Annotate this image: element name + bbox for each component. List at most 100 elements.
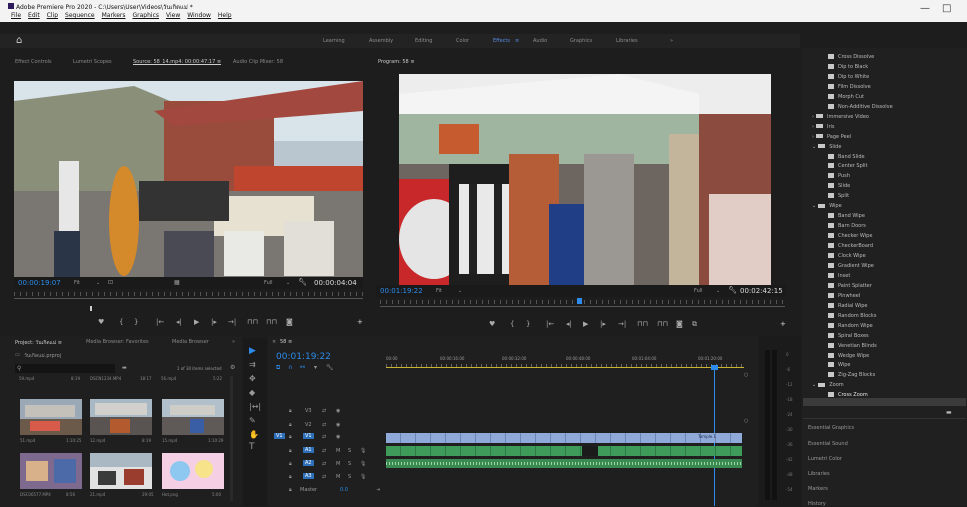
- source-drag-video-icon[interactable]: ▦: [174, 279, 180, 286]
- track-name[interactable]: A2: [303, 460, 314, 466]
- source-quality-chevron-icon[interactable]: ⌄: [286, 280, 290, 286]
- zoom-scroll-handle-icon[interactable]: ○: [744, 372, 748, 378]
- panel-markers[interactable]: Markers: [808, 486, 828, 492]
- media-thumbnail[interactable]: [162, 453, 224, 489]
- workspace-effects[interactable]: Effects: [493, 38, 510, 44]
- menu-window[interactable]: Window: [187, 12, 211, 19]
- track-lock-icon[interactable]: 🔒︎: [289, 461, 292, 467]
- effect-dip-to-white[interactable]: Dip to White: [828, 73, 869, 83]
- ripple-edit-tool-icon[interactable]: ✥: [249, 374, 256, 383]
- source-wrench-icon[interactable]: 🔧︎: [298, 278, 307, 286]
- track-lock-icon[interactable]: 🔒︎: [289, 434, 292, 440]
- snap-icon[interactable]: ∩: [288, 364, 292, 371]
- track-name[interactable]: A3: [303, 473, 314, 479]
- type-tool-icon[interactable]: T: [249, 442, 255, 452]
- workspace-libraries[interactable]: Libraries: [616, 38, 638, 44]
- v1-clip-strip[interactable]: Temple.1: [386, 433, 742, 443]
- solo-button[interactable]: S: [348, 461, 351, 467]
- source-add-button-icon[interactable]: +: [357, 318, 363, 326]
- source-step-forward-icon[interactable]: |▸: [211, 318, 217, 326]
- menu-file[interactable]: File: [11, 12, 21, 19]
- track-sync-icon[interactable]: ⇄: [322, 461, 326, 467]
- tab-source-monitor[interactable]: Source: 58_14.mp4: 00:00:47:17 ≡: [133, 59, 221, 65]
- track-lock-icon[interactable]: 🔒︎: [289, 448, 292, 454]
- effect-split[interactable]: Split: [828, 193, 849, 202]
- effect-checkerboard[interactable]: CheckerBoard: [828, 243, 873, 252]
- master-volume-value[interactable]: 0.0: [340, 487, 348, 493]
- source-mark-in-icon[interactable]: {: [119, 318, 123, 326]
- folder-immersive-video[interactable]: › Immersive Video: [812, 114, 869, 123]
- effect-checker-wipe[interactable]: Checker Wipe: [828, 233, 872, 242]
- mute-button[interactable]: M: [336, 461, 340, 467]
- zoom-scroll-handle-icon[interactable]: ○: [744, 418, 748, 424]
- more-workspaces-button[interactable]: »: [670, 38, 673, 44]
- source-quality-dropdown[interactable]: Full: [264, 280, 273, 286]
- effect-wipe[interactable]: Wipe: [828, 362, 850, 371]
- effect-zig-zag-blocks[interactable]: Zig-Zag Blocks: [828, 372, 875, 381]
- tab-media-browser-favorites[interactable]: Media Browser: Favorites: [86, 339, 149, 345]
- media-thumbnail[interactable]: [162, 399, 224, 435]
- nest-toggle-icon[interactable]: ⧉: [276, 364, 280, 372]
- program-fit-dropdown[interactable]: Fit: [436, 288, 442, 294]
- voiceover-mic-icon[interactable]: 🎙︎: [360, 461, 366, 467]
- panel-history[interactable]: History: [808, 501, 826, 507]
- source-go-to-in-icon[interactable]: |←: [156, 318, 164, 326]
- program-timecode[interactable]: 00:01:19:22: [380, 287, 423, 295]
- program-extract-icon[interactable]: ⊓⊓: [657, 320, 668, 328]
- program-step-forward-icon[interactable]: |▸: [600, 320, 606, 328]
- effect-slide[interactable]: Slide: [828, 183, 850, 192]
- track-sync-icon[interactable]: ⇄: [322, 448, 326, 454]
- timeline-settings-icon[interactable]: 🔧︎: [326, 364, 334, 371]
- linked-selection-icon[interactable]: ⚯: [300, 364, 305, 371]
- bin-row-name-2[interactable]: DSCN1234.MP4: [90, 376, 121, 381]
- effect-random-blocks[interactable]: Random Blocks: [828, 312, 876, 322]
- program-fit-chevron-icon[interactable]: ⌄: [458, 288, 462, 294]
- home-icon[interactable]: ⌂: [16, 35, 22, 46]
- bin-row-name-3[interactable]: 56.mp4: [161, 376, 176, 381]
- chevron-right-icon[interactable]: ›: [812, 114, 814, 120]
- bin-row-name-1[interactable]: 59.mp4: [19, 376, 34, 381]
- track-sync-icon[interactable]: ⇄: [322, 434, 326, 440]
- track-eye-icon[interactable]: ◉: [336, 422, 340, 428]
- effect-random-wipe[interactable]: Random Wipe: [828, 322, 873, 332]
- menu-markers[interactable]: Markers: [102, 12, 126, 19]
- effect-clock-wipe[interactable]: Clock Wipe: [828, 253, 866, 262]
- track-sync-icon[interactable]: ⇄: [322, 474, 326, 480]
- workspace-assembly[interactable]: Assembly: [369, 38, 393, 44]
- new-bin-icon[interactable]: ▬: [122, 365, 127, 371]
- tab-media-browser[interactable]: Media Browser: [172, 339, 209, 345]
- chevron-right-icon[interactable]: ›: [812, 124, 814, 130]
- source-settings-icon[interactable]: ⊡: [108, 279, 113, 286]
- track-name[interactable]: V1: [303, 433, 314, 439]
- workspace-color[interactable]: Color: [456, 38, 469, 44]
- mute-button[interactable]: M: [336, 448, 340, 454]
- source-playhead[interactable]: [90, 306, 92, 311]
- workspace-menu-icon[interactable]: ≡: [515, 38, 519, 44]
- track-eye-icon[interactable]: ◉: [336, 408, 340, 414]
- program-mark-in-icon[interactable]: {: [510, 320, 514, 328]
- track-lock-icon[interactable]: 🔒︎: [289, 474, 292, 480]
- timeline-close-icon[interactable]: ×: [272, 339, 276, 345]
- effect-cross-dissolve[interactable]: Cross Dissolve: [828, 54, 874, 63]
- timeline-ruler[interactable]: 00:00 00:00:16:00 00:00:32:00 00:00:48:0…: [386, 354, 746, 368]
- program-quality-chevron-icon[interactable]: ⌄: [716, 288, 720, 294]
- project-scrollbar[interactable]: [230, 376, 233, 501]
- track-sync-icon[interactable]: ⇄: [322, 422, 326, 428]
- hand-tool-icon[interactable]: ✋: [249, 430, 259, 439]
- workspace-learning[interactable]: Learning: [323, 38, 345, 44]
- timeline-playhead-handle[interactable]: [711, 365, 718, 370]
- menu-sequence[interactable]: Sequence: [65, 12, 95, 19]
- effect-band-wipe[interactable]: Band Wipe: [828, 213, 865, 222]
- track-lock-icon[interactable]: 🔒︎: [289, 422, 292, 428]
- media-thumbnail[interactable]: [20, 399, 82, 435]
- menu-view[interactable]: View: [166, 12, 180, 19]
- pen-tool-icon[interactable]: ✎: [249, 416, 256, 425]
- panel-libraries[interactable]: Libraries: [808, 471, 830, 477]
- media-thumbnail[interactable]: [20, 453, 82, 489]
- track-sync-icon[interactable]: ⇄: [322, 408, 326, 414]
- tab-project[interactable]: Project: วันเกิดแม่ ≡: [15, 339, 62, 347]
- minimize-button[interactable]: —: [920, 3, 930, 14]
- effect-dip-to-black[interactable]: Dip to Black: [828, 63, 868, 73]
- workspace-graphics[interactable]: Graphics: [570, 38, 592, 44]
- program-playhead[interactable]: [577, 298, 582, 304]
